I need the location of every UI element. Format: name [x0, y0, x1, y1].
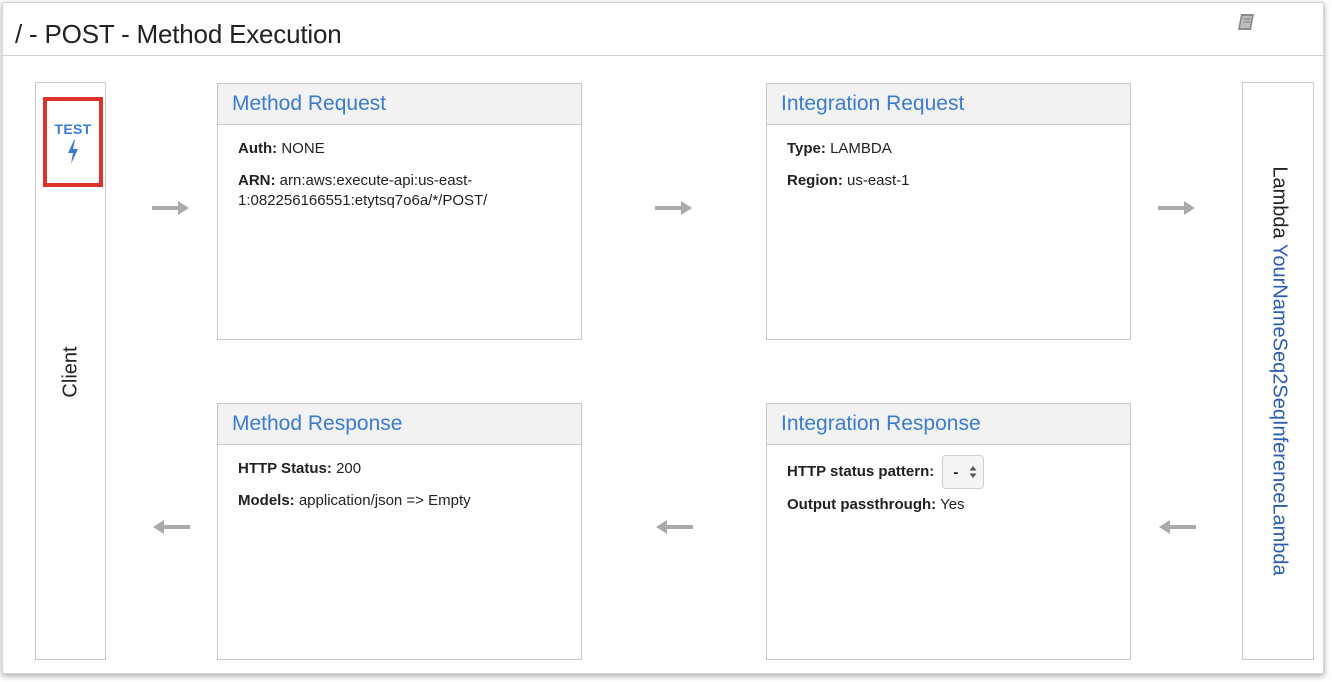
integration-response-panel: Integration Response HTTP status pattern… — [766, 403, 1131, 660]
region-key: Region: — [787, 172, 843, 189]
lambda-label: Lambda YourNameSeq2SeqInferenceLambda — [1268, 166, 1291, 575]
arrow-left-icon — [153, 520, 190, 534]
book-icon[interactable] — [1236, 11, 1258, 33]
integration-request-header: Integration Request — [767, 84, 1130, 125]
arrow-right-icon — [1158, 201, 1195, 215]
integration-request-link[interactable]: Integration Request — [781, 92, 964, 115]
page-title: / - POST - Method Execution — [15, 19, 342, 49]
arrow-right-icon — [152, 201, 189, 215]
select-caret-icon — [969, 466, 977, 478]
status-pattern-row: HTTP status pattern: - — [787, 455, 1130, 489]
method-request-panel: Method Request Auth: NONE ARN: arn:aws:e… — [217, 83, 582, 340]
test-button[interactable]: TEST — [43, 97, 103, 187]
passthrough-value: Yes — [940, 496, 965, 513]
status-pattern-value: - — [953, 464, 959, 481]
integration-response-link[interactable]: Integration Response — [781, 412, 981, 435]
client-label: Client — [59, 346, 82, 398]
lightning-bolt-icon — [68, 140, 78, 164]
arrow-right-icon — [655, 201, 692, 215]
status-pattern-key: HTTP status pattern: — [787, 462, 935, 480]
type-row: Type: LAMBDA — [787, 139, 1130, 159]
method-response-link[interactable]: Method Response — [232, 412, 402, 435]
integration-request-panel: Integration Request Type: LAMBDA Region:… — [766, 83, 1131, 340]
region-value: us-east-1 — [847, 172, 910, 189]
status-pattern-select[interactable]: - — [942, 455, 985, 489]
method-request-link[interactable]: Method Request — [232, 92, 386, 115]
http-status-row: HTTP Status: 200 — [238, 459, 581, 479]
arn-row: ARN: arn:aws:execute-api:us-east- 1:0822… — [238, 171, 581, 211]
http-status-value: 200 — [336, 460, 362, 477]
method-response-panel: Method Response HTTP Status: 200 Models:… — [217, 403, 582, 660]
models-key: Models: — [238, 492, 295, 509]
method-request-header: Method Request — [218, 84, 581, 125]
auth-value: NONE — [281, 140, 325, 157]
passthrough-key: Output passthrough: — [787, 496, 937, 513]
lambda-prefix: Lambda — [1268, 166, 1291, 239]
arn-value-line2: 1:082256166551:etytsq7o6a/*/POST/ — [238, 192, 488, 209]
arn-value-line1: arn:aws:execute-api:us-east- — [279, 172, 473, 189]
method-response-header: Method Response — [218, 404, 581, 445]
type-value: LAMBDA — [830, 140, 892, 157]
models-value: application/json => Empty — [298, 492, 471, 509]
auth-row: Auth: NONE — [238, 139, 581, 159]
http-status-key: HTTP Status: — [238, 460, 332, 477]
arrow-left-icon — [1159, 520, 1196, 534]
lambda-function-link[interactable]: YourNameSeq2SeqInferenceLambda — [1269, 244, 1291, 576]
arn-key: ARN: — [238, 172, 276, 189]
arrow-left-icon — [656, 520, 693, 534]
type-key: Type: — [787, 140, 826, 157]
integration-response-header: Integration Response — [767, 404, 1130, 445]
models-row: Models: application/json => Empty — [238, 491, 581, 511]
auth-key: Auth: — [238, 140, 278, 157]
title-divider — [3, 55, 1323, 56]
test-label: TEST — [54, 121, 92, 137]
passthrough-row: Output passthrough: Yes — [787, 495, 1130, 515]
method-execution-panel: / - POST - Method Execution TEST Client … — [2, 2, 1324, 674]
region-row: Region: us-east-1 — [787, 171, 1130, 191]
